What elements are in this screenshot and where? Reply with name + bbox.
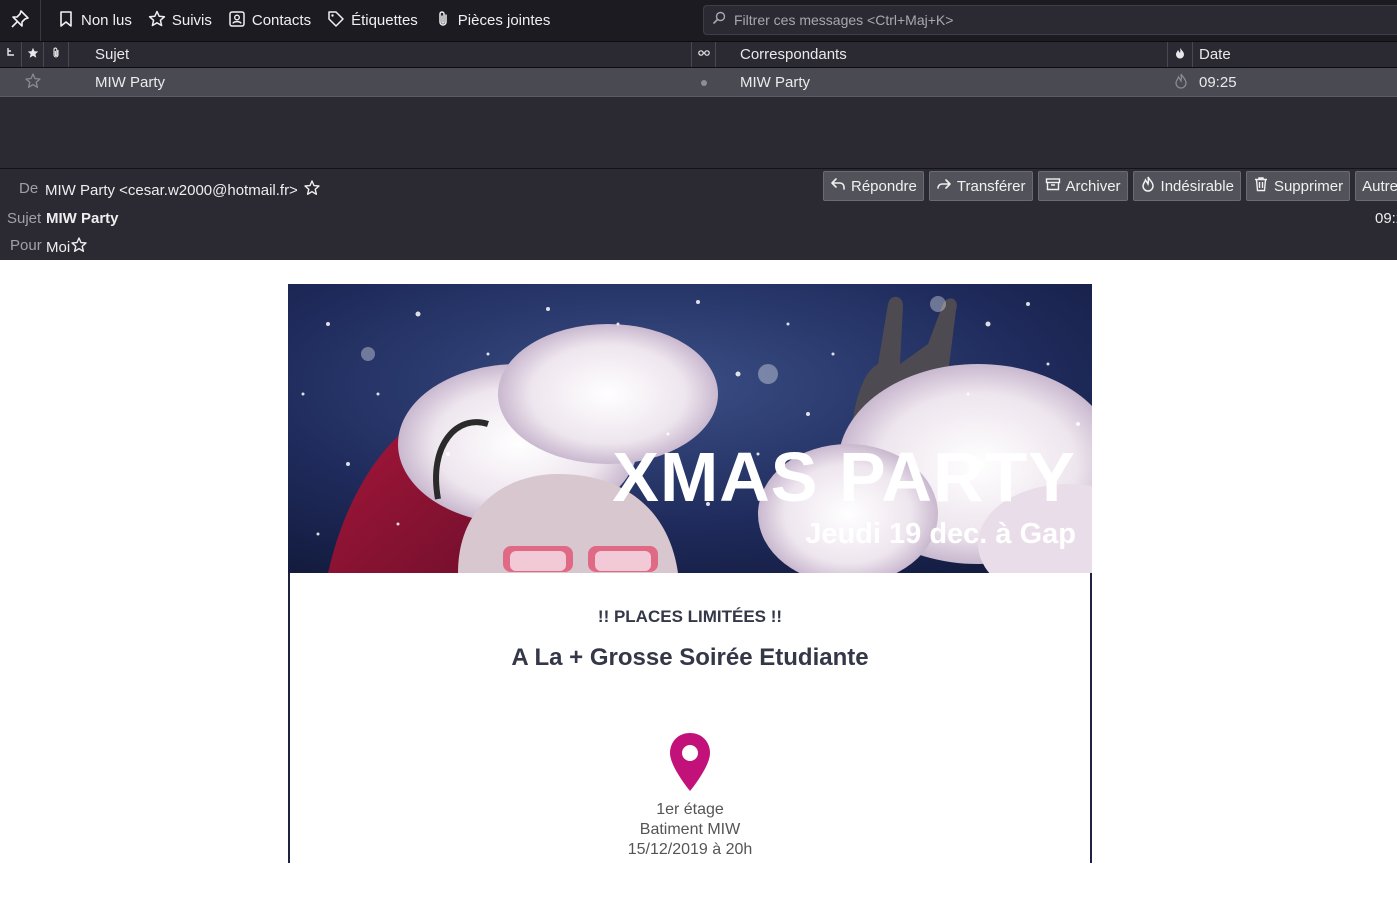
tags-filter-label: Étiquettes [351, 12, 418, 29]
starred-filter-label: Suivis [171, 12, 212, 29]
header-action-buttons: Répondre Transférer Archiver Indésirable… [823, 171, 1397, 201]
unread-filter-label: Non lus [81, 12, 132, 29]
starred-filter-button[interactable]: Suivis [140, 0, 220, 41]
pin-icon [10, 9, 30, 33]
archive-box-icon [1045, 176, 1061, 196]
message-list: MIW Party MIW Party 09:25 [0, 68, 1397, 168]
location-floor: 1er étage [656, 801, 724, 818]
archive-button[interactable]: Archiver [1037, 171, 1128, 201]
contact-card-icon [228, 10, 246, 32]
delete-button[interactable]: Supprimer [1245, 171, 1351, 201]
date-column-header[interactable]: Date [1193, 42, 1397, 67]
sticky-filter-button[interactable] [0, 0, 41, 41]
dot-icon [700, 74, 708, 91]
reply-label: Répondre [851, 177, 917, 195]
subject-column-header[interactable]: Sujet [69, 42, 692, 67]
paperclip-icon [434, 10, 452, 32]
limited-places-notice: !! PLACES LIMITÉES !! [597, 607, 783, 626]
email-body: XMAS PARTY Jeudi 19 dec. à Gap !! PLACES… [288, 284, 1092, 912]
junk-toggle[interactable] [1168, 68, 1193, 97]
to-value[interactable]: Moi [46, 239, 70, 256]
subject-label: Sujet [7, 210, 42, 227]
star-icon [27, 46, 39, 63]
event-headline: A La + Grosse Soirée Etudiante [511, 644, 869, 671]
contacts-filter-label: Contacts [251, 12, 312, 29]
other-actions-button[interactable]: Autres [1355, 171, 1397, 201]
message-date: 09:25 [1199, 74, 1237, 91]
forward-arrow-icon [936, 176, 952, 196]
message-header-pane: De MIW Party <cesar.w2000@hotmail.fr> Ré… [0, 168, 1397, 260]
attachments-filter-label: Pièces jointes [457, 12, 551, 29]
contacts-filter-button[interactable]: Contacts [220, 0, 319, 41]
other-actions-label: Autres [1362, 177, 1397, 195]
search-icon [704, 11, 732, 29]
attachment-column-header[interactable] [44, 42, 69, 67]
junk-button[interactable]: Indésirable [1132, 171, 1241, 201]
message-row[interactable]: MIW Party MIW Party 09:25 [0, 68, 1397, 97]
star-outline-icon[interactable] [304, 180, 320, 200]
from-value[interactable]: MIW Party <cesar.w2000@hotmail.fr> [45, 182, 298, 199]
reply-button[interactable]: Répondre [823, 171, 924, 201]
forward-button[interactable]: Transférer [928, 171, 1033, 201]
message-subject: MIW Party [95, 74, 165, 91]
star-outline-icon[interactable] [71, 237, 87, 257]
reply-icon [830, 176, 846, 196]
attachments-filter-button[interactable]: Pièces jointes [426, 0, 559, 41]
location-pin-icon [668, 731, 712, 793]
from-field: MIW Party <cesar.w2000@hotmail.fr> [45, 180, 320, 200]
message-filter-input[interactable] [732, 11, 1336, 29]
correspondents-column-header[interactable]: Correspondants [716, 42, 1168, 67]
row-star-toggle[interactable] [22, 68, 44, 97]
quick-filter-toolbar: Non lus Suivis Contacts Étiquettes Pièce… [0, 0, 1397, 41]
to-field: Moi [46, 237, 87, 257]
paperclip-icon [50, 46, 62, 63]
email-content-box: !! PLACES LIMITÉES !! A La + Grosse Soir… [288, 573, 1092, 863]
thread-icon [5, 46, 17, 63]
message-time: 09:25 [1375, 210, 1397, 227]
message-correspondent: MIW Party [740, 74, 810, 91]
tags-filter-button[interactable]: Étiquettes [319, 0, 426, 41]
thread-pane-column-header: Sujet Correspondants Date [0, 41, 1397, 68]
trash-icon [1253, 176, 1269, 196]
bookmark-icon [57, 10, 75, 32]
subject-value: MIW Party [46, 210, 119, 227]
flame-icon [1174, 46, 1186, 63]
banner-subtitle: Jeudi 19 dec. à Gap [805, 518, 1076, 550]
unread-filter-button[interactable]: Non lus [49, 0, 140, 41]
banner-title: XMAS PARTY [612, 438, 1076, 516]
subject-column-label: Sujet [95, 46, 130, 63]
flame-icon [1140, 176, 1156, 196]
junk-status-column-header[interactable] [1168, 42, 1193, 67]
tag-icon [327, 10, 345, 32]
xmas-banner-image: XMAS PARTY Jeudi 19 dec. à Gap [288, 284, 1092, 573]
to-label: Pour [10, 237, 42, 254]
archive-label: Archiver [1065, 177, 1121, 195]
date-column-label: Date [1199, 46, 1231, 63]
star-outline-icon [25, 72, 41, 93]
star-icon [148, 10, 166, 32]
junk-label: Indésirable [1160, 177, 1234, 195]
delete-label: Supprimer [1273, 177, 1344, 195]
read-status-dot[interactable] [692, 68, 716, 97]
starred-column-header[interactable] [22, 42, 44, 67]
flame-icon [1173, 73, 1189, 93]
read-status-column-header[interactable] [692, 42, 716, 67]
read-status-icon [697, 46, 710, 63]
from-label: De [19, 180, 39, 197]
message-filter-box [703, 5, 1397, 35]
event-datetime: 15/12/2019 à 20h [627, 841, 753, 858]
thread-column-header[interactable] [0, 42, 22, 67]
forward-label: Transférer [956, 177, 1026, 195]
location-building: Batiment MIW [639, 821, 741, 838]
correspondents-column-label: Correspondants [740, 46, 847, 63]
